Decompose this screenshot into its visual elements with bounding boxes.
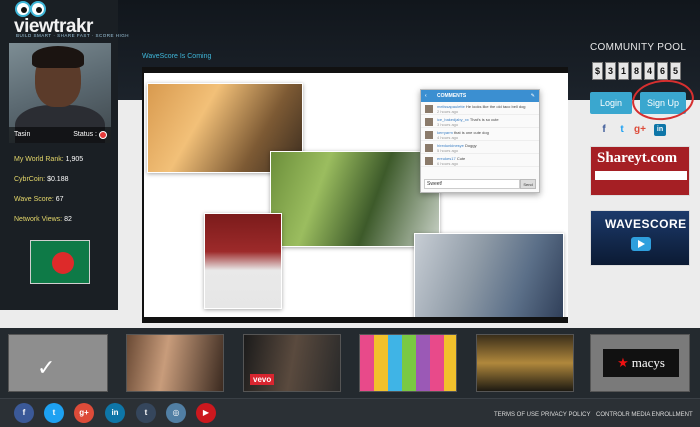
comment-text: that is one cute dog (453, 130, 489, 135)
enrollment-link[interactable]: CONTROLR MEDIA ENROLLMENT (596, 412, 693, 418)
twitter-icon[interactable]: t (44, 403, 64, 423)
instagram-icon[interactable]: ◎ (166, 403, 186, 423)
video-thumbnail-couple[interactable] (126, 334, 224, 392)
comment-row: ice_bakedjaby_xx That's is so cute 3 hou… (421, 115, 539, 128)
wavescore-ad[interactable]: WAVESCORE (590, 210, 690, 266)
stat-key: My World Rank: (14, 156, 64, 163)
comment-send-button[interactable]: Send (520, 179, 536, 189)
login-button[interactable]: Login (590, 92, 632, 114)
nike-swoosh-icon: ✓ (37, 355, 56, 380)
comment-row: hiredunkinesye Doggy 5 hours ago (421, 141, 539, 154)
status-label: Status : (73, 131, 97, 138)
comment-time: 6 hours ago (437, 161, 459, 166)
counter-digit: 4 (644, 62, 655, 80)
comments-panel: ‹ COMMENTS ✎ melissapaulette He looks li… (420, 89, 540, 193)
site-logo[interactable]: viewtrakr BUILD SMART · SHARE FAST · SCO… (10, 1, 129, 42)
linkedin-icon[interactable]: in (654, 124, 666, 136)
comment-row: melissapaulette He looks like the old ta… (421, 102, 539, 115)
profile-name: Tasin (14, 131, 31, 138)
stat-network-views: Network Views: 82 (14, 215, 114, 235)
stat-wave-score: Wave Score: 67 (14, 195, 114, 215)
comment-text: That's is so cute (469, 117, 499, 122)
comment-avatar (425, 144, 433, 152)
shareyt-ad-text: Shareyt.com (597, 150, 678, 166)
counter-digit: 1 (618, 62, 629, 80)
stats-list: My World Rank: 1,905 CybrCoin: $0.188 Wa… (14, 155, 114, 235)
youtube-icon[interactable]: ▶ (196, 403, 216, 423)
terms-link[interactable]: TERMS OF USE (494, 412, 539, 418)
facebook-icon[interactable]: f (14, 403, 34, 423)
nike-thumbnail[interactable]: ✓ (8, 334, 108, 392)
comment-row: kerryarm that is one cute dog 4 hours ag… (421, 128, 539, 141)
stat-key: Network Views: (14, 216, 63, 223)
comment-text: Doggy (465, 143, 477, 148)
bangladesh-flag-icon (30, 240, 90, 284)
tumblr-icon[interactable]: t (136, 403, 156, 423)
stat-key: CybrCoin: (14, 176, 46, 183)
avatar-hair (32, 46, 84, 68)
star-icon: ★ (617, 355, 629, 370)
shareyt-ad-bar (595, 171, 687, 180)
banner-title: WaveScore Is Coming (142, 53, 212, 60)
collage-photo-tablet (204, 213, 282, 309)
comment-time: 3 hours ago (437, 122, 459, 127)
privacy-link[interactable]: PRIVACY POLICY (541, 412, 590, 418)
video-thumbnail-grid[interactable] (359, 334, 457, 392)
comment-avatar (425, 105, 433, 113)
stat-world-rank: My World Rank: 1,905 (14, 155, 114, 175)
banner-collage[interactable]: ‹ COMMENTS ✎ melissapaulette He looks li… (142, 67, 568, 323)
counter-digit: 6 (657, 62, 668, 80)
comments-title: COMMENTS (437, 93, 467, 99)
avatar-caption: Tasin Status : (9, 127, 111, 143)
macys-thumbnail[interactable]: ★ macys (590, 334, 690, 392)
comment-avatar (425, 157, 433, 165)
comment-input[interactable]: Sweet! (424, 179, 520, 189)
collage-photo-woman-laptop (414, 233, 564, 317)
back-icon[interactable]: ‹ (425, 90, 427, 102)
stat-key: Wave Score: (14, 196, 54, 203)
status-dot-icon[interactable] (99, 131, 107, 139)
stat-value: 67 (55, 196, 64, 203)
comment-avatar (425, 131, 433, 139)
profile-sidebar: viewtrakr BUILD SMART · SHARE FAST · SCO… (0, 0, 129, 310)
play-icon (631, 237, 651, 251)
comment-row: ereukes17 Cute 6 hours ago (421, 154, 539, 167)
comment-time: 4 hours ago (437, 135, 459, 140)
logo-tagline: BUILD SMART · SHARE FAST · SCORE HIGH (16, 33, 130, 38)
vevo-logo: vevo (250, 374, 275, 385)
comment-time: 2 hours ago (437, 109, 459, 114)
macys-text: macys (631, 355, 665, 370)
counter-digit: 3 (605, 62, 616, 80)
video-thumbnail-vevo[interactable]: vevo (243, 334, 341, 392)
stat-value: $0.188 (47, 176, 69, 183)
counter-digit: 8 (631, 62, 642, 80)
comment-avatar (425, 118, 433, 126)
counter-digit: $ (592, 62, 603, 80)
macys-logo: ★ macys (603, 349, 679, 377)
video-thumbnail-stage[interactable] (476, 334, 574, 392)
flag-disc (52, 252, 74, 274)
twitter-icon[interactable]: t (616, 124, 628, 136)
wavescore-ad-text: WAVESCORE (605, 217, 687, 231)
comment-text: He looks like the old taco bell dog (465, 104, 526, 109)
linkedin-icon[interactable]: in (105, 403, 125, 423)
counter-digit: 5 (670, 62, 681, 80)
comments-header: ‹ COMMENTS ✎ (421, 90, 539, 102)
comment-time: 5 hours ago (437, 148, 459, 153)
stat-value: 1,905 (65, 156, 84, 163)
stat-cybrcoin: CybrCoin: $0.188 (14, 175, 114, 195)
google-plus-icon[interactable]: g+ (74, 403, 94, 423)
google-plus-icon[interactable]: g+ (634, 124, 646, 136)
community-pool-title: COMMUNITY POOL (590, 42, 687, 53)
edit-icon[interactable]: ✎ (531, 90, 535, 102)
stat-value: 82 (64, 216, 72, 223)
facebook-icon[interactable]: f (598, 124, 610, 136)
shareyt-ad[interactable]: Shareyt.com (590, 146, 690, 196)
